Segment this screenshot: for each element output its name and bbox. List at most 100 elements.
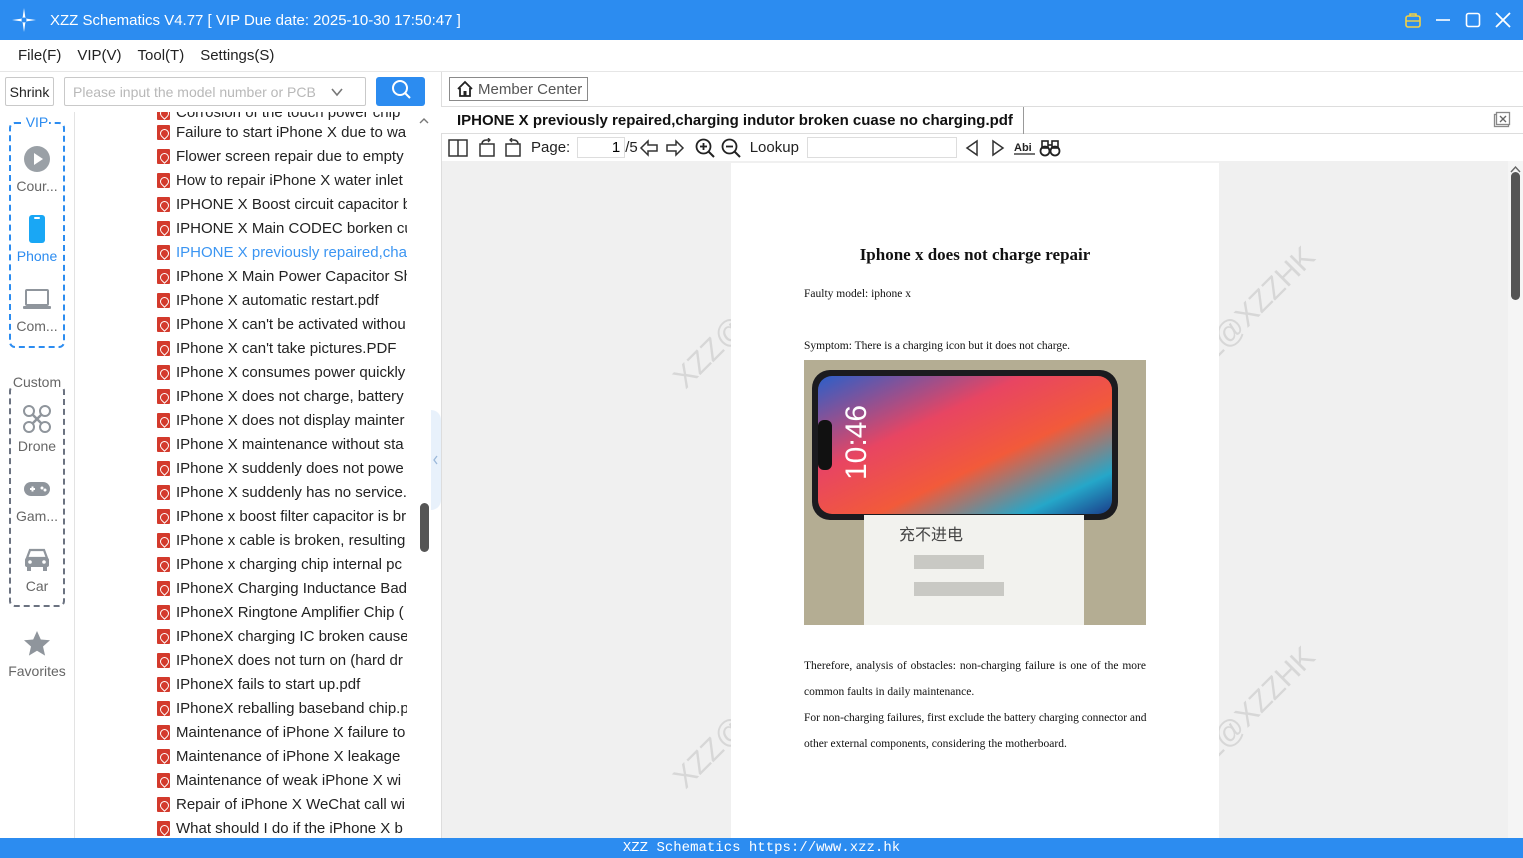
file-name: Maintenance of weak iPhone X wi — [176, 771, 402, 789]
prev-page-icon[interactable] — [638, 137, 660, 159]
find-previous-icon[interactable] — [961, 137, 983, 159]
pdf-icon — [157, 340, 170, 356]
menu-settings[interactable]: Settings(S) — [200, 47, 274, 64]
list-item[interactable]: IPhone X does not charge, battery — [157, 384, 407, 408]
minimize-button[interactable] — [1433, 10, 1453, 30]
close-tab-icon[interactable] — [1493, 111, 1511, 129]
list-item[interactable]: IPhone X Main Power Capacitor Sh — [157, 264, 407, 288]
list-item[interactable]: IPhone X consumes power quickly — [157, 360, 407, 384]
file-name: IPhone X suddenly does not powe — [176, 459, 404, 477]
list-item[interactable]: IPhone x charging chip internal pc — [157, 552, 407, 576]
shrink-button[interactable]: Shrink — [5, 77, 54, 106]
pdf-page: Iphone x does not charge repair Faulty m… — [731, 163, 1219, 838]
list-item[interactable]: What should I do if the iPhone X b — [157, 816, 407, 838]
close-button[interactable] — [1493, 10, 1513, 30]
rail-item-drone[interactable]: Drone — [0, 404, 74, 454]
rotate-left-icon[interactable] — [476, 137, 498, 159]
pdf-icon — [157, 652, 170, 668]
next-page-icon[interactable] — [664, 137, 686, 159]
file-name: IPhone X does not charge, battery — [176, 387, 404, 405]
list-item[interactable]: IPhone X can't be activated withou — [157, 312, 407, 336]
file-name: What should I do if the iPhone X b — [176, 819, 403, 837]
list-item[interactable]: IPhone X does not display mainter — [157, 408, 407, 432]
list-item[interactable]: IPhone X suddenly does not powe — [157, 456, 407, 480]
vip-bag-icon[interactable] — [1403, 10, 1423, 30]
rail-item-label: Gam... — [15, 508, 58, 524]
menu-bar: File(F) VIP(V) Tool(T) Settings(S) — [0, 40, 1523, 72]
lookup-label: Lookup — [749, 139, 799, 156]
list-item[interactable]: Maintenance of weak iPhone X wi — [157, 768, 407, 792]
rotate-right-icon[interactable] — [502, 137, 524, 159]
pdf-icon — [157, 268, 170, 284]
list-item[interactable]: IPhone X maintenance without sta — [157, 432, 407, 456]
menu-tool[interactable]: Tool(T) — [138, 47, 185, 64]
zoom-in-icon[interactable] — [694, 137, 716, 159]
list-item[interactable]: IPhone x boost filter capacitor is br — [157, 504, 407, 528]
match-whole-word-icon[interactable]: Abi — [1013, 137, 1037, 159]
rail-item-computer[interactable]: Com... — [0, 284, 74, 334]
list-item[interactable]: IPhone X can't take pictures.PDF — [157, 336, 407, 360]
rail-item-courses[interactable]: Cour... — [0, 144, 74, 194]
file-name: How to repair iPhone X water inlet — [176, 171, 403, 189]
page-number-input[interactable] — [577, 137, 626, 158]
search-button[interactable] — [376, 77, 425, 106]
file-name: IPhone X can't take pictures.PDF — [176, 339, 397, 357]
page-total: /5 — [625, 139, 638, 156]
list-item[interactable]: IPHONE X Main CODEC borken cu — [157, 216, 407, 240]
list-item[interactable]: IPhoneX fails to start up.pdf — [157, 672, 407, 696]
file-name: Maintenance of iPhone X failure to — [176, 723, 406, 741]
title-bar: XZZ Schematics V4.77 [ VIP Due date: 202… — [0, 0, 1523, 40]
menu-file[interactable]: File(F) — [18, 47, 61, 64]
file-name: IPhone X suddenly has no service.p — [176, 483, 407, 501]
list-item[interactable]: IPhoneX charging IC broken cause — [157, 624, 407, 648]
list-item[interactable]: IPhoneX Charging Inductance Bad — [157, 576, 407, 600]
phone-photo: 10:46 充不进电 — [804, 360, 1146, 625]
list-item[interactable]: IPHONE X previously repaired,char — [157, 240, 407, 264]
member-center-button[interactable]: Member Center — [449, 77, 588, 101]
list-item[interactable]: Flower screen repair due to empty — [157, 144, 407, 168]
toggle-sidebar-icon[interactable] — [447, 137, 469, 159]
pdf-icon — [157, 556, 170, 572]
binoculars-icon[interactable] — [1039, 137, 1061, 159]
rail-item-phone[interactable]: Phone — [0, 214, 74, 264]
pdf-icon — [157, 820, 170, 836]
list-item[interactable]: Failure to start iPhone X due to wa — [157, 120, 407, 144]
pdf-icon — [157, 172, 170, 188]
list-item[interactable]: IPhone X suddenly has no service.p — [157, 480, 407, 504]
list-item[interactable]: IPhone x cable is broken, resulting — [157, 528, 407, 552]
rail-item-car[interactable]: Car — [0, 544, 74, 594]
file-name: IPhoneX reballing baseband chip.p — [176, 699, 407, 717]
search-input[interactable] — [65, 83, 330, 100]
list-item[interactable]: IPhoneX reballing baseband chip.p — [157, 696, 407, 720]
list-scrollbar[interactable] — [417, 112, 431, 838]
document-scrollbar-thumb[interactable] — [1511, 172, 1520, 300]
list-item[interactable]: Repair of iPhone X WeChat call wi — [157, 792, 407, 816]
file-name: Flower screen repair due to empty — [176, 147, 404, 165]
list-item[interactable]: IPhone X automatic restart.pdf — [157, 288, 407, 312]
list-scrollbar-thumb[interactable] — [420, 503, 429, 552]
document-tabs: IPHONE X previously repaired,charging in… — [441, 106, 1523, 134]
list-item[interactable]: Maintenance of iPhone X leakage — [157, 744, 407, 768]
pdf-toolbar: Page: /5 Lookup Abi — [441, 134, 1523, 161]
document-canvas[interactable]: XZZ@XZZHK XZZ@XZZHK XZZ@XZZHK XZZ@XZZHK … — [442, 161, 1508, 838]
zoom-out-icon[interactable] — [720, 137, 742, 159]
search-combobox[interactable] — [64, 77, 366, 106]
tab-document[interactable]: IPHONE X previously repaired,charging in… — [449, 107, 1024, 134]
rail-item-games[interactable]: Gam... — [0, 474, 74, 524]
maximize-button[interactable] — [1463, 10, 1483, 30]
file-name: IPhone X consumes power quickly — [176, 363, 406, 381]
list-item[interactable]: IPHONE X Boost circuit capacitor b — [157, 192, 407, 216]
rail-item-label: Car — [25, 578, 49, 594]
list-item[interactable]: IPhoneX does not turn on (hard dr — [157, 648, 407, 672]
list-item[interactable]: How to repair iPhone X water inlet — [157, 168, 407, 192]
menu-vip[interactable]: VIP(V) — [77, 47, 121, 64]
lookup-input[interactable] — [806, 137, 957, 158]
list-item[interactable]: Maintenance of iPhone X failure to — [157, 720, 407, 744]
find-next-icon[interactable] — [987, 137, 1009, 159]
chevron-down-icon[interactable] — [330, 85, 344, 99]
panel-collapse-handle[interactable] — [431, 410, 441, 510]
file-name: IPhone X does not display mainter — [176, 411, 405, 429]
pdf-icon — [157, 460, 170, 476]
rail-item-favorites[interactable]: Favorites — [0, 629, 74, 679]
list-item[interactable]: IPhoneX Ringtone Amplifier Chip ( — [157, 600, 407, 624]
